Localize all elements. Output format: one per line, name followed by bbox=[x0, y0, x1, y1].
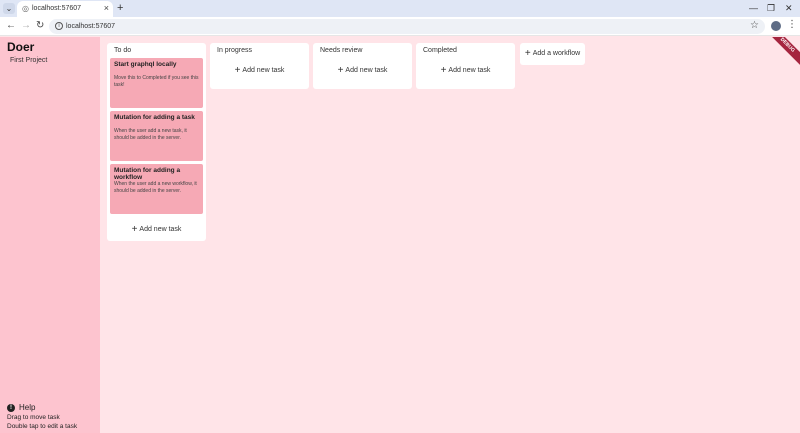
profile-icon[interactable] bbox=[771, 21, 781, 31]
task-description: When the user add a new task, it should … bbox=[114, 128, 187, 141]
column-title: Completed bbox=[423, 47, 457, 54]
task-title: Start graphql locally bbox=[114, 61, 177, 68]
column-completed: Completed + Add new task bbox=[416, 43, 515, 89]
add-task-label: Add new task bbox=[345, 67, 388, 74]
sidebar: Doer First Project ! Help Drag to move t… bbox=[0, 37, 100, 433]
browser-tabstrip: ⌄ ◎ localhost:57607 × + — ❐ ✕ bbox=[0, 0, 800, 17]
plus-icon: + bbox=[440, 65, 447, 76]
task-title: Mutation for adding a task bbox=[114, 114, 195, 121]
help-line-drag: Drag to move task bbox=[7, 414, 60, 421]
add-task-button[interactable]: + Add new task bbox=[416, 65, 515, 76]
url-text[interactable]: localhost:57607 bbox=[66, 22, 115, 31]
plus-icon: + bbox=[131, 224, 138, 235]
kanban-board: To do Start graphql locally Move this to… bbox=[107, 43, 800, 433]
column-in-progress: In progress + Add new task bbox=[210, 43, 309, 89]
new-tab-icon[interactable]: + bbox=[117, 2, 123, 14]
column-to-do: To do Start graphql locally Move this to… bbox=[107, 43, 206, 241]
add-task-label: Add new task bbox=[448, 67, 491, 74]
maximize-icon[interactable]: ❐ bbox=[767, 3, 775, 13]
task-card[interactable]: Mutation for adding a workflow When the … bbox=[110, 164, 203, 214]
plus-icon: + bbox=[337, 65, 344, 76]
forward-arrow-icon[interactable]: → bbox=[21, 20, 31, 32]
minimize-icon[interactable]: — bbox=[749, 3, 758, 13]
task-title: Mutation for adding a workflow bbox=[114, 167, 181, 181]
task-card[interactable]: Start graphql locally Move this to Compl… bbox=[110, 58, 203, 108]
plus-icon: + bbox=[234, 65, 241, 76]
app-root: Doer First Project ! Help Drag to move t… bbox=[0, 37, 800, 433]
reload-icon[interactable]: ↻ bbox=[36, 20, 44, 32]
window-close-icon[interactable]: ✕ bbox=[785, 3, 793, 13]
add-task-button[interactable]: + Add new task bbox=[313, 65, 412, 76]
site-info-icon[interactable]: i bbox=[55, 22, 63, 30]
bookmark-star-icon[interactable]: ☆ bbox=[750, 20, 759, 32]
column-needs-review: Needs review + Add new task bbox=[313, 43, 412, 89]
add-task-button[interactable]: + Add new task bbox=[107, 224, 206, 235]
column-title: Needs review bbox=[320, 47, 363, 54]
browser-tab[interactable]: ◎ localhost:57607 × bbox=[17, 1, 113, 17]
task-description: Move this to Completed if you see this t… bbox=[114, 75, 199, 88]
close-icon[interactable]: × bbox=[104, 4, 109, 13]
address-bar[interactable]: i localhost:57607 ☆ bbox=[49, 19, 765, 34]
help-section: ! Help Drag to move task Double tap to e… bbox=[7, 403, 97, 431]
help-label: Help bbox=[19, 403, 36, 412]
app-title: Doer bbox=[7, 40, 35, 54]
add-task-label: Add new task bbox=[139, 226, 182, 233]
add-workflow-button[interactable]: + Add a workflow bbox=[520, 43, 585, 65]
column-title: To do bbox=[114, 47, 132, 54]
globe-icon: ◎ bbox=[22, 4, 29, 13]
info-icon: ! bbox=[7, 404, 15, 412]
add-task-button[interactable]: + Add new task bbox=[210, 65, 309, 76]
sidebar-item-first-project[interactable]: First Project bbox=[10, 57, 47, 64]
column-title: In progress bbox=[217, 47, 253, 54]
help-title: ! Help bbox=[7, 403, 97, 413]
plus-icon: + bbox=[524, 48, 531, 59]
help-line-edit: Double tap to edit a task bbox=[7, 423, 78, 430]
task-description: When the user add a new workflow, it sho… bbox=[114, 181, 197, 194]
back-arrow-icon[interactable]: ← bbox=[6, 20, 16, 32]
add-task-label: Add new task bbox=[242, 67, 285, 74]
add-workflow-label: Add a workflow bbox=[532, 50, 581, 57]
tab-search-icon[interactable]: ⌄ bbox=[3, 3, 15, 14]
kebab-menu-icon[interactable]: ⋮ bbox=[787, 19, 797, 31]
task-card[interactable]: Mutation for adding a task When the user… bbox=[110, 111, 203, 161]
browser-toolbar: ← → ↻ i localhost:57607 ☆ ⋮ bbox=[0, 17, 800, 36]
tab-title: localhost:57607 bbox=[32, 5, 82, 12]
